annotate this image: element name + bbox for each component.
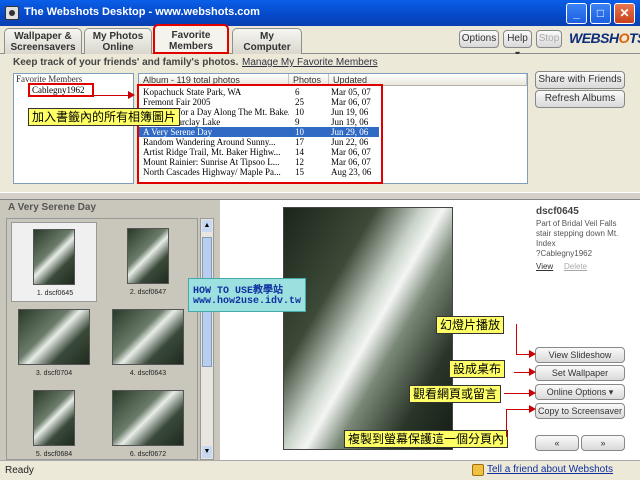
members-list[interactable]: Favorite Members Cablegny1962 <box>13 73 134 184</box>
delete-link[interactable]: Delete <box>564 262 587 271</box>
tab-label-line1: My Photos <box>92 31 144 42</box>
thumbnail-item[interactable]: 2. dscf0647 <box>105 222 191 302</box>
tab-favorite-members[interactable]: Favorite Members <box>153 24 229 54</box>
thumbnail-item[interactable]: 6. dscf0672 <box>105 384 191 459</box>
thumbnail-grid: 1. dscf0645 2. dscf0647 3. dscf0704 4. d… <box>6 218 198 460</box>
annotation-arrow <box>506 409 530 410</box>
tell-a-friend-link[interactable]: Tell a friend about Webshots <box>487 464 613 475</box>
annotation-arrow <box>514 372 530 373</box>
annotation-arrow <box>506 409 507 437</box>
status-text: Ready <box>5 465 34 476</box>
close-button[interactable]: ✕ <box>614 3 635 24</box>
thumbnail-label: 4. dscf0643 <box>129 370 167 377</box>
member-item[interactable]: Cablegny1962 <box>28 83 94 97</box>
thumbnail-label: 1. dscf0645 <box>36 290 74 297</box>
tab-bar: Wallpaper & Screensavers My Photos Onlin… <box>0 24 640 60</box>
logo-text-2: O <box>618 30 630 46</box>
albums-list[interactable]: Album - 119 total photos Photos Updated … <box>137 73 528 184</box>
thumbnail-image <box>112 390 184 446</box>
watermark-box: HOW TO USE教學站 www.how2use.idv.tw <box>188 278 306 312</box>
arrow-icon <box>529 405 536 413</box>
stop-button[interactable]: Stop <box>536 30 562 48</box>
refresh-albums-button[interactable]: Refresh Albums <box>535 90 625 108</box>
arrow-icon <box>529 368 536 376</box>
thumbnail-label: 3. dscf0704 <box>35 370 73 377</box>
thumbnail-item[interactable]: 3. dscf0704 <box>11 303 97 383</box>
thumbnail-image <box>33 229 75 285</box>
favorites-panel: Keep track of your friends' and family's… <box>0 54 640 192</box>
annotation-highlight <box>137 84 383 184</box>
webshots-logo: WEBSHOTS <box>569 30 640 46</box>
previous-photo-button[interactable]: « <box>535 435 579 451</box>
manage-favorites-link[interactable]: Manage My Favorite Members <box>242 57 378 68</box>
photo-credit: ?Cablegny1962 <box>536 249 593 258</box>
tab-label-line1: Favorite <box>171 30 211 41</box>
annotation-arrow <box>516 324 517 354</box>
tab-my-photos-online[interactable]: My Photos Online <box>84 28 152 54</box>
view-link[interactable]: View <box>536 262 553 271</box>
tab-label-line2: Computer <box>243 42 291 53</box>
arrow-icon <box>529 350 536 358</box>
album-title: A Very Serene Day <box>8 202 97 213</box>
thumbnail-label: 2. dscf0647 <box>129 289 167 296</box>
next-photo-button[interactable]: » <box>581 435 625 451</box>
annotation-online: 觀看網頁或留言 <box>409 385 502 403</box>
annotation-screensaver: 複製到螢幕保護這一個分頁內 <box>344 430 509 448</box>
options-button[interactable]: Options <box>459 30 499 48</box>
photo-description: Part of Bridal Veil Falls stair stepping… <box>536 219 619 248</box>
camera-icon[interactable] <box>5 6 19 20</box>
thumbnail-item-selected[interactable]: 1. dscf0645 <box>11 222 97 302</box>
annotation-slideshow: 幻燈片播放 <box>436 316 505 334</box>
photo-preview-pane: dscf0645 Part of Bridal Veil Falls stair… <box>220 200 640 460</box>
minimize-button[interactable]: _ <box>566 3 587 24</box>
annotation-add-albums: 加入書籤內的所有相簿圖片 <box>28 108 181 126</box>
title-bar: The Webshots Desktop - www.webshots.com … <box>0 0 640 26</box>
thumbnail-image <box>127 228 169 284</box>
window-title: The Webshots Desktop - www.webshots.com <box>24 6 260 18</box>
thumbnail-item[interactable]: 5. dscf0684 <box>11 384 97 459</box>
thumbnail-item[interactable]: 4. dscf0643 <box>105 303 191 383</box>
online-options-button[interactable]: Online Options ▾ <box>535 384 625 400</box>
pane-splitter[interactable] <box>0 192 640 200</box>
scroll-up-icon[interactable]: ▲ <box>202 220 212 232</box>
watermark-line1: HOW TO USE教學站 <box>193 286 284 297</box>
annotation-arrow <box>516 354 530 355</box>
tab-label-line2: Screensavers <box>10 42 76 53</box>
annotation-arrow <box>90 95 130 96</box>
envelope-icon[interactable] <box>472 464 484 476</box>
help-button[interactable]: Help ▾ <box>503 30 532 60</box>
tab-label-line2: Members <box>169 41 213 52</box>
tab-label-line1: My <box>260 31 274 42</box>
thumbnail-label: 6. dscf0672 <box>129 451 167 458</box>
tab-my-computer[interactable]: My Computer <box>232 28 302 54</box>
share-with-friends-button[interactable]: Share with Friends <box>535 71 625 89</box>
photo-name: dscf0645 <box>536 206 579 217</box>
thumbnail-pane: A Very Serene Day 1. dscf0645 2. dscf064… <box>0 200 306 460</box>
thumbnail-image <box>18 309 90 365</box>
arrow-icon <box>128 91 135 99</box>
tagline: Keep track of your friends' and family's… <box>13 57 239 68</box>
watermark-line2: www.how2use.idv.tw <box>193 296 302 307</box>
view-slideshow-button[interactable]: View Slideshow <box>535 347 625 363</box>
logo-text-3: TS <box>629 30 640 46</box>
photo-preview[interactable] <box>283 207 453 450</box>
set-wallpaper-button[interactable]: Set Wallpaper <box>535 365 625 381</box>
tab-wallpaper-screensavers[interactable]: Wallpaper & Screensavers <box>4 28 82 54</box>
logo-text-1: WEBSH <box>569 30 619 46</box>
thumbnail-image <box>33 390 75 446</box>
arrow-icon <box>529 389 536 397</box>
annotation-wallpaper: 設成桌布 <box>449 360 506 378</box>
status-bar: Ready Tell a friend about Webshots <box>0 460 640 480</box>
tab-label-line2: Online <box>102 42 134 53</box>
thumbnail-label: 5. dscf0684 <box>35 451 73 458</box>
tab-label-line1: Wallpaper & <box>14 31 72 42</box>
thumbnail-image <box>112 309 184 365</box>
copy-to-screensaver-button[interactable]: Copy to Screensaver <box>535 403 625 419</box>
scroll-down-icon[interactable]: ▼ <box>202 446 212 458</box>
annotation-arrow <box>504 393 530 394</box>
thumbnail-scrollbar[interactable]: ▲ ▼ <box>200 218 214 460</box>
maximize-button[interactable]: □ <box>590 3 611 24</box>
